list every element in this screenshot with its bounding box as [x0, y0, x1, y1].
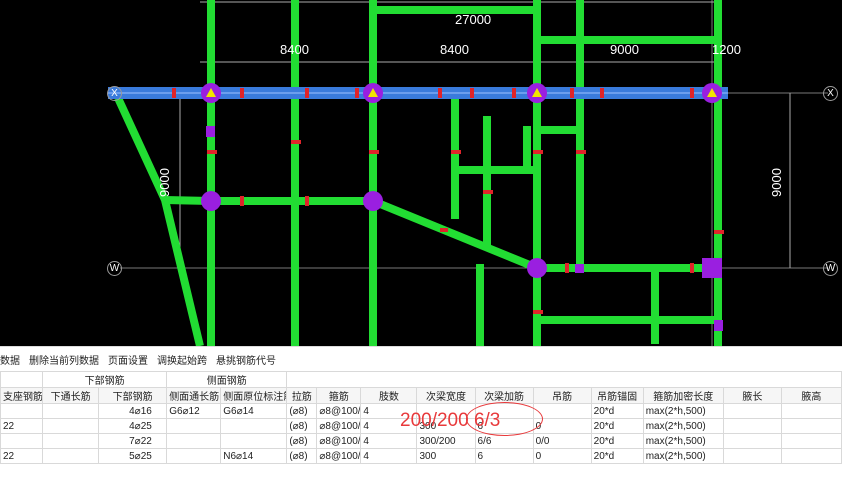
table-group-header-row: 下部钢筋 侧面钢筋	[0, 371, 842, 388]
table-cell[interactable]: 4	[360, 448, 418, 464]
table-cell[interactable]: 22	[0, 418, 44, 434]
table-cell[interactable]	[166, 433, 222, 449]
table-cell[interactable]	[166, 418, 222, 434]
table-cell[interactable]: 4⌀16	[98, 403, 168, 419]
dim-left-9000: 9000	[156, 168, 172, 197]
table-cell[interactable]: max(2*h,500)	[642, 433, 724, 449]
table-cell[interactable]: 0/0	[532, 433, 592, 449]
table-cell[interactable]: 300	[416, 448, 476, 464]
table-cell[interactable]: 6	[474, 448, 534, 464]
column-header[interactable]: 箍筋加密长度	[642, 387, 724, 404]
column[interactable]	[702, 258, 722, 278]
table-cell[interactable]	[780, 403, 842, 419]
table-cell[interactable]: 20*d	[590, 418, 644, 434]
axis-bubble-x-left: X	[107, 86, 122, 101]
column-header[interactable]: 侧面通长筋	[166, 387, 222, 404]
table-cell[interactable]: ⌀8@100/	[316, 403, 362, 419]
table-cell[interactable]	[42, 433, 100, 449]
table-cell[interactable]	[722, 403, 782, 419]
table-row[interactable]: 22 5⌀25 N6⌀14 (⌀8) ⌀8@100/ 4 300 6 0 20*…	[0, 448, 842, 464]
column-small[interactable]	[714, 320, 723, 331]
column[interactable]	[527, 258, 547, 278]
table-cell[interactable]	[42, 448, 100, 464]
axis-bubble-w-right: W	[823, 261, 838, 276]
column-header[interactable]: 吊筋锚固	[590, 387, 644, 404]
group-header-bottom-rebar: 下部钢筋	[42, 371, 168, 388]
table-header-row: 支座钢筋 下通长筋 下部钢筋 侧面通长筋 侧面原位标注筋 拉筋 箍筋 肢数 次梁…	[0, 387, 842, 404]
table-cell[interactable]: max(2*h,500)	[642, 418, 724, 434]
table-cell[interactable]: 20*d	[590, 433, 644, 449]
dim-right-9000: 9000	[768, 168, 784, 197]
table-cell[interactable]: 7⌀22	[98, 433, 168, 449]
column-header[interactable]: 拉筋	[286, 387, 318, 404]
column-header[interactable]: 下部钢筋	[98, 387, 168, 404]
table-cell[interactable]: N6⌀14	[220, 448, 288, 464]
table-cell[interactable]	[220, 418, 288, 434]
column-header[interactable]: 肢数	[360, 387, 418, 404]
cad-drawing-canvas[interactable]: 27000 8400 8400 9000 1200 9000 9000 X X …	[0, 0, 842, 346]
toolbar-cantilever-code-button[interactable]: 悬挑钢筋代号	[216, 352, 276, 367]
table-cell[interactable]: max(2*h,500)	[642, 403, 724, 419]
column-header[interactable]: 腋高	[780, 387, 842, 404]
table-cell[interactable]: 4⌀25	[98, 418, 168, 434]
axis-bubble-x-right: X	[823, 86, 838, 101]
dim-span-3: 9000	[610, 42, 639, 57]
column-header[interactable]: 支座钢筋	[0, 387, 44, 404]
table-cell[interactable]: (⌀8)	[286, 418, 318, 434]
table-cell[interactable]	[722, 448, 782, 464]
table-cell[interactable]	[42, 418, 100, 434]
table-cell[interactable]: 22	[0, 448, 44, 464]
table-cell[interactable]: max(2*h,500)	[642, 448, 724, 464]
annotation-circle	[466, 402, 543, 436]
table-cell[interactable]: G6⌀12	[166, 403, 222, 419]
table-cell[interactable]	[0, 403, 44, 419]
column[interactable]	[201, 191, 221, 211]
table-cell[interactable]	[722, 418, 782, 434]
columns[interactable]	[201, 83, 723, 331]
table-cell[interactable]: (⌀8)	[286, 433, 318, 449]
table-cell[interactable]: (⌀8)	[286, 403, 318, 419]
axis-bubble-w-left: W	[107, 261, 122, 276]
toolbar-data-button[interactable]: 数据	[0, 352, 20, 367]
column[interactable]	[363, 191, 383, 211]
toolbar-page-setup-button[interactable]: 页面设置	[108, 352, 148, 367]
table-cell[interactable]: 20*d	[590, 403, 644, 419]
table-cell[interactable]: 20*d	[590, 448, 644, 464]
table-cell[interactable]	[780, 418, 842, 434]
column-header[interactable]: 侧面原位标注筋	[220, 387, 288, 404]
column-header[interactable]: 箍筋	[316, 387, 362, 404]
table-cell[interactable]	[780, 448, 842, 464]
table-cell[interactable]: (⌀8)	[286, 448, 318, 464]
column-header[interactable]: 次梁宽度	[416, 387, 476, 404]
group-header-side-rebar: 侧面钢筋	[166, 371, 288, 388]
column-header[interactable]: 腋长	[722, 387, 782, 404]
column-header[interactable]: 吊筋	[532, 387, 592, 404]
table-cell[interactable]: ⌀8@100/	[316, 418, 362, 434]
dim-span-2: 8400	[440, 42, 469, 57]
column-small[interactable]	[575, 264, 584, 273]
table-cell[interactable]	[166, 448, 222, 464]
toolbar-swap-start-span-button[interactable]: 调换起始跨	[157, 352, 207, 367]
table-cell[interactable]: 300/200	[416, 433, 476, 449]
table-cell[interactable]	[0, 433, 44, 449]
table-cell[interactable]	[220, 433, 288, 449]
table-cell[interactable]: 4	[360, 433, 418, 449]
table-cell[interactable]	[42, 403, 100, 419]
table-cell[interactable]: 0	[532, 448, 592, 464]
dim-total-27000: 27000	[455, 12, 492, 27]
table-cell[interactable]	[780, 433, 842, 449]
column-header[interactable]: 下通长筋	[42, 387, 100, 404]
table-cell[interactable]: ⌀8@100/	[316, 448, 362, 464]
table-cell[interactable]: 5⌀25	[98, 448, 168, 464]
toolbar: 数据 删除当前列数据 页面设置 调换起始跨 悬挑钢筋代号	[0, 346, 842, 371]
table-cell[interactable]	[722, 433, 782, 449]
column-small[interactable]	[206, 126, 215, 137]
table-cell[interactable]: G6⌀14	[220, 403, 288, 419]
table-cell[interactable]: ⌀8@100/	[316, 433, 362, 449]
toolbar-delete-column-button[interactable]: 删除当前列数据	[29, 352, 99, 367]
dim-span-1: 8400	[280, 42, 309, 57]
dim-span-4: 1200	[712, 42, 741, 57]
table-row[interactable]: 7⌀22 (⌀8) ⌀8@100/ 4 300/200 6/6 0/0 20*d…	[0, 433, 842, 449]
beam-slanted-left[interactable]	[114, 96, 204, 346]
